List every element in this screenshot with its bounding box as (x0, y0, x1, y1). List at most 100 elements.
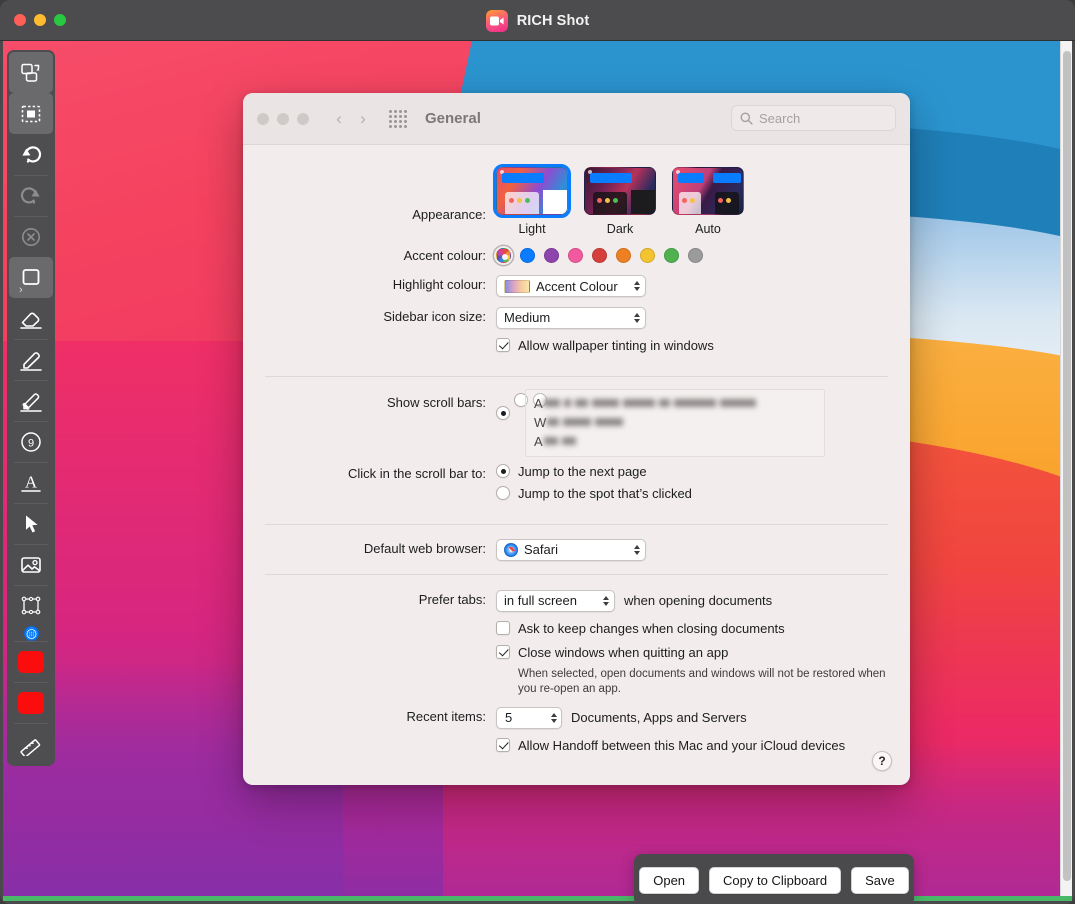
blur-tool[interactable] (23, 626, 39, 641)
vertical-scroll-thumb[interactable] (1063, 51, 1071, 881)
fill-color-swatch[interactable] (9, 682, 53, 723)
marquee-select-tool[interactable] (9, 93, 53, 134)
highlighter-pen-icon (20, 392, 42, 412)
stroke-color-swatch[interactable] (9, 641, 53, 682)
cursor-tool[interactable] (9, 503, 53, 544)
ask-keep-changes-label: Ask to keep changes when closing documen… (518, 620, 785, 636)
prefs-close-button[interactable] (257, 112, 269, 125)
highlighter-tool[interactable] (9, 380, 53, 421)
image-tool[interactable] (9, 544, 53, 585)
minimize-button[interactable] (34, 14, 46, 26)
grid-view-icon[interactable] (389, 109, 407, 128)
handoff-checkbox-row[interactable]: Allow Handoff between this Mac and your … (496, 738, 888, 753)
step-counter-tool[interactable]: 9 (9, 421, 53, 462)
prefs-zoom-button[interactable] (297, 112, 309, 125)
accent-swatch-orange[interactable] (616, 248, 631, 263)
chevron-updown-icon (627, 542, 641, 558)
chevron-updown-icon[interactable] (545, 710, 557, 726)
handoff-checkbox[interactable] (496, 738, 510, 752)
appearance-label-auto: Auto (695, 222, 721, 236)
accent-swatch-yellow[interactable] (640, 248, 655, 263)
accent-swatch-graphite[interactable] (688, 248, 703, 263)
search-icon (740, 112, 753, 125)
close-windows-note: When selected, open documents and window… (518, 667, 886, 695)
eraser-tool[interactable] (9, 298, 53, 339)
scroll-bars-option-3-redacted (543, 437, 576, 445)
accent-swatch-blue[interactable] (520, 248, 535, 263)
default-browser-select[interactable]: Safari (496, 538, 646, 561)
prefer-tabs-value: in full screen (504, 593, 577, 608)
scroll-bars-option-3[interactable]: A (534, 432, 816, 451)
pencil-tool[interactable] (9, 339, 53, 380)
scroll-bars-option-1[interactable]: A (534, 394, 816, 413)
rectangle-tool[interactable]: › (9, 257, 53, 298)
recent-items-value: 5 (505, 710, 513, 725)
numbered-badge-icon: 9 (21, 431, 41, 452)
help-button[interactable]: ? (872, 751, 892, 771)
appearance-option-light[interactable]: Light (493, 164, 571, 236)
sidebar-icon-size-value: Medium (504, 310, 551, 325)
close-button[interactable] (14, 14, 26, 26)
prefs-minimize-button[interactable] (277, 112, 289, 125)
crop-handles-icon (21, 596, 41, 614)
page-title: General (425, 110, 481, 127)
redo-arrow-icon (20, 186, 40, 204)
duplicate-tool[interactable] (9, 52, 53, 93)
text-tool[interactable]: A (9, 462, 53, 503)
back-button[interactable]: ‹ (327, 107, 351, 131)
wallpaper-tinting-row: Allow wallpaper tinting in windows (243, 338, 888, 353)
highlight-colour-select[interactable]: Accent Colour (496, 275, 646, 297)
eraser-icon (20, 312, 42, 329)
dashed-rectangle-icon (21, 105, 41, 122)
close-windows-checkbox-row[interactable]: Close windows when quitting an app (496, 645, 888, 660)
chevron-updown-icon (627, 310, 641, 326)
forward-button[interactable]: › (351, 107, 375, 131)
scroll-bars-option-3-lead: A (534, 433, 543, 449)
appearance-option-dark[interactable]: Dark (584, 167, 656, 236)
appearance-option-auto[interactable]: Auto (672, 167, 744, 236)
handoff-row: Allow Handoff between this Mac and your … (243, 738, 888, 753)
dark-appearance-thumbnail (584, 167, 656, 215)
recent-items-stepper[interactable]: 5 (496, 706, 562, 729)
scroll-bars-radio-1[interactable] (496, 406, 510, 420)
accent-swatch-red[interactable] (592, 248, 607, 263)
highlight-colour-preview (504, 279, 530, 293)
default-browser-row: Default web browser: Safari (243, 538, 888, 562)
click-scroll-option-2[interactable]: Jump to the spot that’s clicked (496, 486, 888, 501)
accent-swatch-multicolour[interactable] (496, 248, 511, 263)
zoom-button[interactable] (54, 14, 66, 26)
scroll-bars-option-1-redacted (543, 399, 756, 407)
accent-swatch-pink[interactable] (568, 248, 583, 263)
click-scroll-option-1[interactable]: Jump to the next page (496, 464, 888, 479)
accent-swatch-purple[interactable] (544, 248, 559, 263)
wallpaper-tinting-checkbox[interactable] (496, 338, 510, 352)
duplicate-shapes-icon (21, 63, 40, 82)
chevron-right-icon[interactable]: › (19, 285, 23, 296)
sidebar-icon-size-select[interactable]: Medium (496, 306, 646, 329)
system-preferences-window: ‹ › General Search Appearance: Light Dar… (243, 93, 910, 785)
undo-tool[interactable] (9, 134, 53, 175)
prefer-tabs-select[interactable]: in full screen (496, 589, 615, 612)
appearance-label-dark: Dark (606, 222, 634, 236)
prefer-tabs-row: Prefer tabs: in full screen when opening… (243, 589, 888, 612)
search-input[interactable]: Search (731, 105, 896, 131)
click-scroll-bar-label: Click in the scroll bar to: (348, 465, 486, 481)
vertical-scrollbar[interactable] (1060, 41, 1072, 896)
scroll-bars-option-1-lead: A (534, 395, 543, 411)
save-button[interactable]: Save (851, 866, 909, 894)
scroll-bars-option-2[interactable]: W (534, 413, 816, 432)
accent-swatch-group (496, 246, 888, 263)
measure-tool[interactable] (9, 723, 53, 764)
click-scroll-radio-2[interactable] (496, 486, 510, 500)
click-scroll-radio-1[interactable] (496, 464, 510, 478)
documents-section: Prefer tabs: in full screen when opening… (243, 575, 910, 776)
app-title-group: RICH Shot (0, 0, 1075, 41)
ask-keep-changes-checkbox-row[interactable]: Ask to keep changes when closing documen… (496, 621, 888, 636)
ask-keep-changes-checkbox[interactable] (496, 621, 510, 635)
wallpaper-tinting-checkbox-row[interactable]: Allow wallpaper tinting in windows (496, 338, 888, 353)
open-button[interactable]: Open (639, 866, 700, 894)
close-windows-checkbox[interactable] (496, 645, 510, 659)
accent-swatch-green[interactable] (664, 248, 679, 263)
copy-to-clipboard-button[interactable]: Copy to Clipboard (709, 866, 842, 894)
recent-items-label: Recent items: (406, 708, 486, 724)
